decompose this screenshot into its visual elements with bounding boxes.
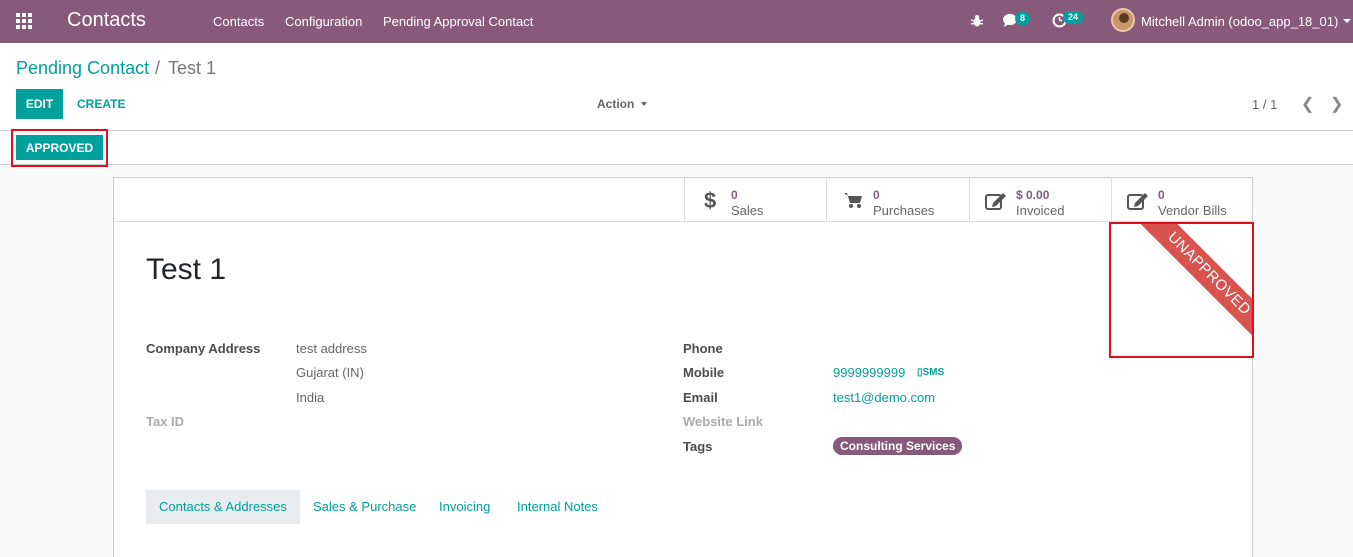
menu-contacts[interactable]: Contacts: [213, 14, 264, 29]
ribbon-highlight-box: [1109, 222, 1254, 358]
mobile-value[interactable]: 9999999999: [833, 365, 905, 380]
activities-badge: 24: [1063, 11, 1084, 24]
tag-consulting-services[interactable]: Consulting Services: [833, 437, 963, 455]
purchases-stat-button[interactable]: 0 Purchases: [826, 178, 969, 221]
breadcrumb-root[interactable]: Pending Contact: [16, 58, 149, 79]
edit-button[interactable]: EDIT: [16, 89, 63, 119]
sales-label: Sales: [731, 203, 764, 218]
address-state[interactable]: Gujarat (IN): [296, 365, 364, 380]
approved-highlight-box: [11, 129, 108, 167]
status-bar: APPROVED: [0, 131, 1353, 165]
vendor-bills-label: Vendor Bills: [1158, 203, 1227, 218]
bug-icon[interactable]: [970, 14, 984, 28]
address-street[interactable]: test address: [296, 341, 367, 356]
email-value[interactable]: test1@demo.com: [833, 390, 935, 405]
vendor-bills-stat-button[interactable]: 0 Vendor Bills: [1111, 178, 1252, 221]
tab-sales-purchase[interactable]: Sales & Purchase: [313, 490, 416, 524]
purchases-label: Purchases: [873, 203, 935, 218]
email-label: Email: [683, 390, 718, 405]
invoiced-value: $ 0.00: [1016, 188, 1050, 202]
tab-internal-notes[interactable]: Internal Notes: [517, 490, 598, 524]
record-name[interactable]: Test 1: [146, 253, 226, 287]
mobile-label: Mobile: [683, 365, 725, 380]
tab-invoicing[interactable]: Invoicing: [439, 490, 490, 524]
chevron-down-icon[interactable]: [1343, 19, 1351, 23]
control-panel: Pending Contact / Test 1 EDIT CREATE Act…: [0, 43, 1353, 131]
sales-stat-button[interactable]: $ 0 Sales: [684, 178, 826, 221]
menu-configuration[interactable]: Configuration: [285, 14, 362, 29]
app-title[interactable]: Contacts: [67, 9, 146, 32]
sales-value: 0: [731, 188, 738, 202]
action-dropdown[interactable]: Action: [597, 97, 634, 111]
cart-icon: [844, 193, 862, 208]
invoiced-stat-button[interactable]: $ 0.00 Invoiced: [969, 178, 1111, 221]
pager-value[interactable]: 1 / 1: [1252, 97, 1277, 112]
breadcrumb-current: Test 1: [168, 58, 217, 78]
avatar[interactable]: [1111, 8, 1135, 32]
create-button[interactable]: CREATE: [77, 97, 125, 111]
vendor-bills-value: 0: [1158, 188, 1165, 202]
invoiced-label: Invoiced: [1016, 203, 1065, 218]
edit-icon: [985, 193, 1006, 210]
svg-text:$: $: [704, 188, 716, 212]
address-country[interactable]: India: [296, 390, 324, 405]
form-sheet: $ 0 Sales 0 Purchases $ 0.00 Invoiced 0 …: [113, 177, 1253, 557]
tags-label: Tags: [683, 439, 713, 454]
company-address-label: Company Address: [146, 341, 261, 356]
sms-button[interactable]: ▯SMS: [917, 367, 944, 378]
dollar-icon: $: [704, 188, 716, 212]
messages-badge: 8: [1015, 12, 1031, 25]
menu-pending-approval-contact[interactable]: Pending Approval Contact: [383, 14, 533, 29]
user-menu[interactable]: Mitchell Admin (odoo_app_18_01): [1141, 14, 1338, 29]
edit-icon: [1127, 193, 1148, 210]
apps-icon[interactable]: [16, 13, 34, 29]
sms-label: SMS: [922, 367, 945, 378]
website-label: Website Link: [683, 414, 763, 429]
top-navbar: Contacts Contacts Configuration Pending …: [0, 0, 1353, 43]
chevron-left-icon[interactable]: ❮: [1301, 94, 1314, 114]
stat-button-box: $ 0 Sales 0 Purchases $ 0.00 Invoiced 0 …: [114, 178, 1252, 222]
caret-down-icon[interactable]: [641, 102, 647, 106]
tab-contacts-addresses[interactable]: Contacts & Addresses: [146, 490, 300, 524]
chevron-right-icon[interactable]: ❯: [1330, 94, 1343, 114]
purchases-value: 0: [873, 188, 880, 202]
breadcrumb-separator: /: [155, 58, 161, 78]
phone-label: Phone: [683, 341, 723, 356]
tax-id-label: Tax ID: [146, 414, 185, 429]
